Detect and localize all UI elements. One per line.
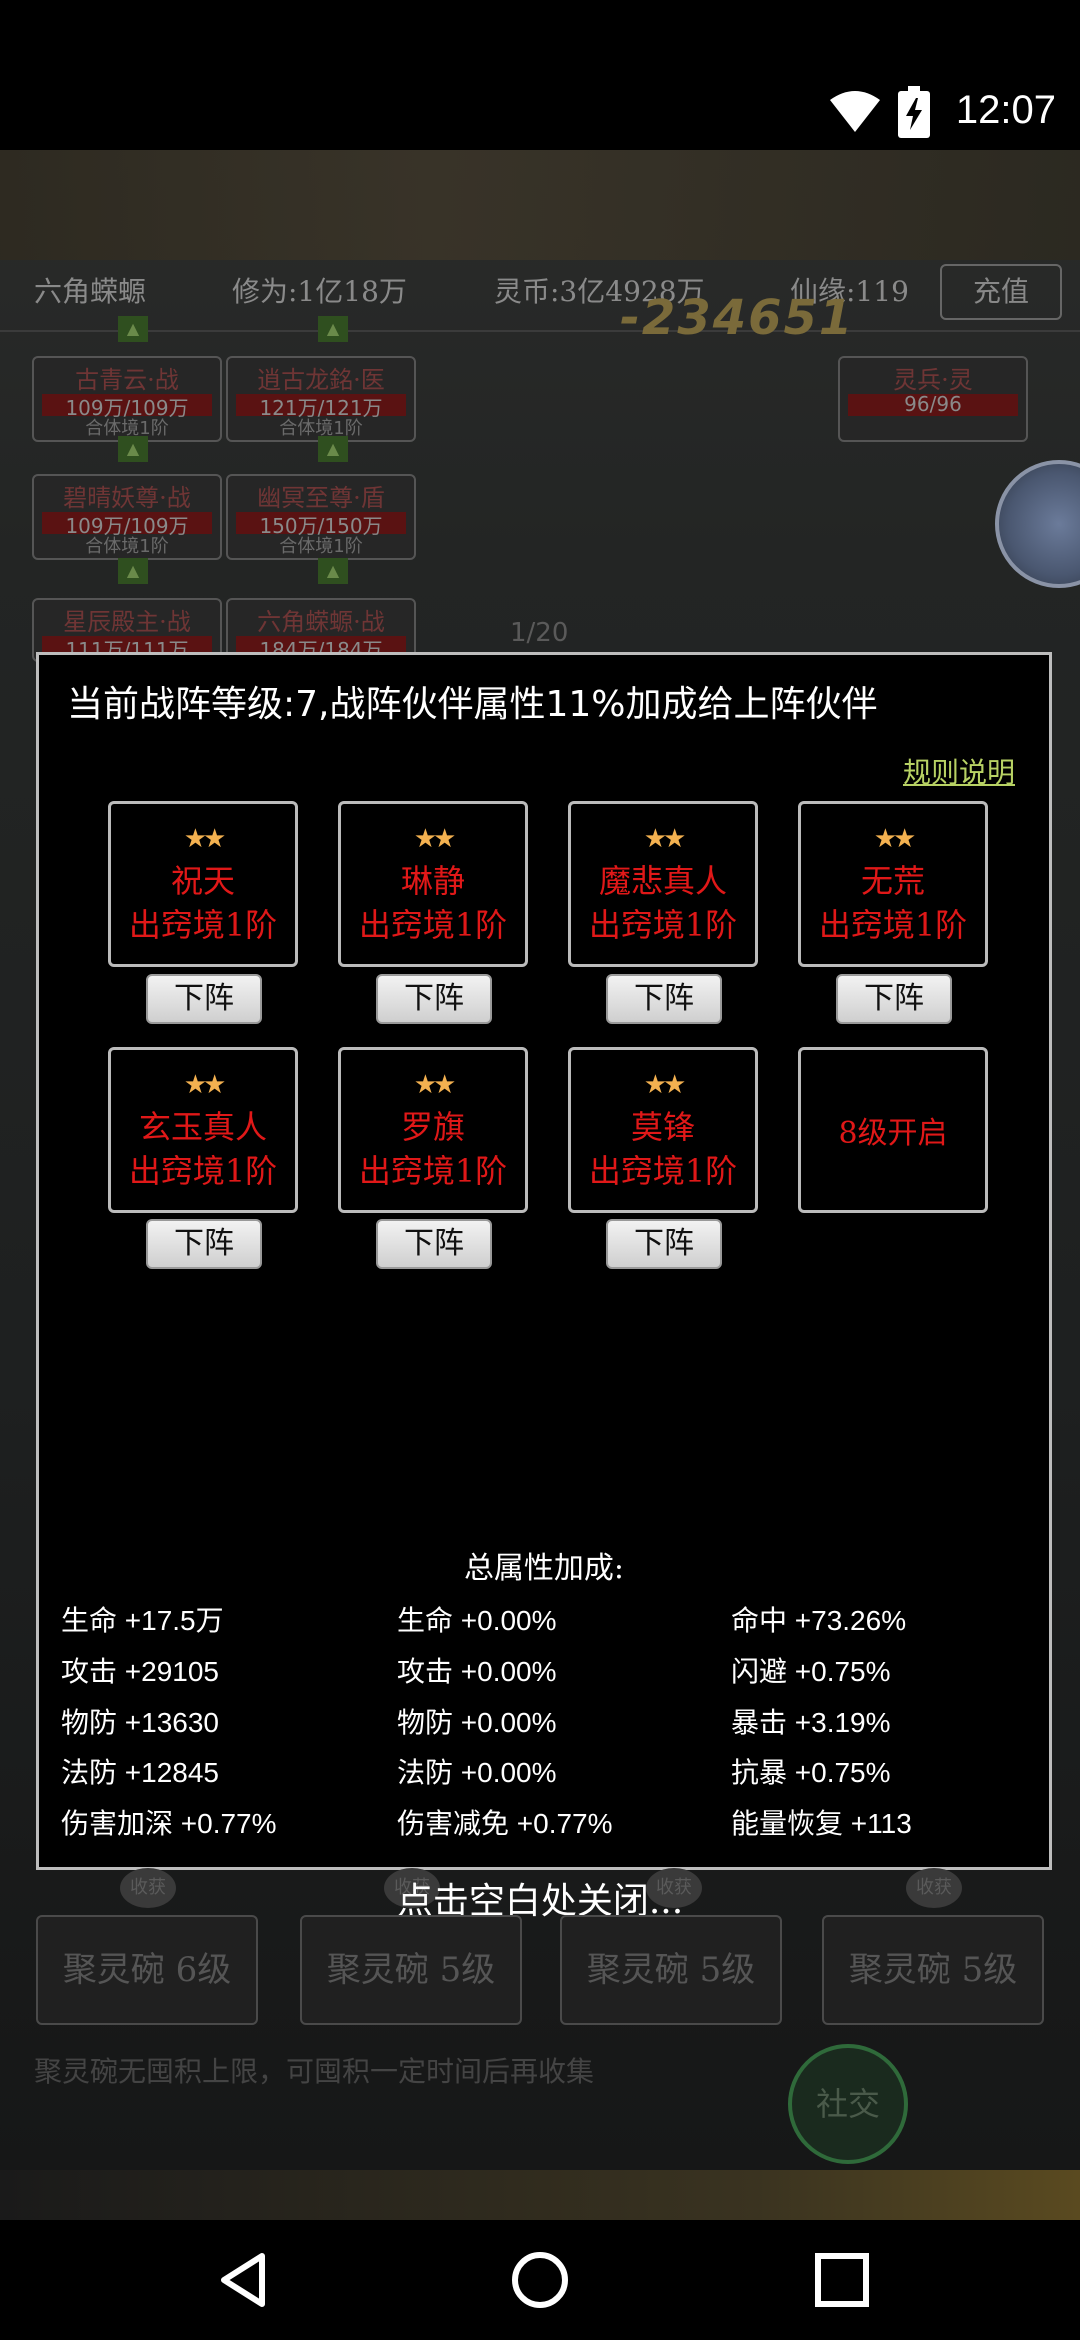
stat-value: 生命 +17.5万 (61, 1605, 224, 1636)
buff-arrow-icon: ▲ (318, 316, 348, 342)
battle-formation-dialog: 当前战阵等级:7,战阵伙伴属性11%加成给上阵伙伴 规则说明 ★★ 祝天 出窍境… (36, 652, 1052, 1870)
partner-name: 玄玉真人 (138, 1108, 267, 1146)
cultivation-value: 修为:1亿18万 (232, 275, 407, 308)
stat-value: 命中 +73.26% (731, 1605, 907, 1636)
unit-name: 逍古龙銘·医 (257, 366, 385, 394)
battle-unit-card[interactable]: 逍古龙銘·医 121万/121万 合体境1阶 (226, 356, 416, 442)
partner-name: 罗旗 (400, 1108, 465, 1146)
battle-unit-card[interactable]: 碧晴妖尊·战 109万/109万 合体境1阶 (32, 474, 222, 560)
stat-value: 物防 +0.00% (397, 1707, 557, 1738)
star-rating-icon: ★★ (413, 824, 457, 854)
star-rating-icon: ★★ (413, 1070, 457, 1100)
remove-partner-button[interactable]: 下阵 (606, 974, 722, 1024)
stat-value: 法防 +0.00% (397, 1757, 557, 1788)
stat-value: 物防 +13630 (61, 1707, 219, 1738)
rules-link[interactable]: 规则说明 (903, 751, 1015, 791)
status-bar: 12:07 (0, 0, 1080, 150)
buff-arrow-icon: ▲ (318, 436, 348, 462)
page-indicator: 1/20 (510, 618, 569, 648)
battle-unit-card[interactable]: 幽冥至尊·盾 150万/150万 合体境1阶 (226, 474, 416, 560)
partner-realm: 出窍境1阶 (358, 1152, 508, 1190)
partner-name: 无荒 (860, 862, 925, 900)
spirit-bowl-button[interactable]: 聚灵碗 6级 (36, 1915, 258, 2025)
remove-partner-button[interactable]: 下阵 (836, 974, 952, 1024)
wifi-icon (830, 91, 880, 132)
battery-icon (898, 86, 930, 138)
status-time: 12:07 (955, 88, 1056, 132)
unit-realm: 合体境1阶 (85, 536, 169, 557)
unit-hp: 96/96 (904, 392, 962, 416)
star-rating-icon: ★★ (643, 1070, 687, 1100)
damage-number: -234651 (620, 290, 855, 346)
unit-realm: 合体境1阶 (279, 536, 363, 557)
partner-realm: 出窍境1阶 (588, 906, 738, 944)
recents-icon[interactable] (812, 2250, 872, 2310)
partner-realm: 出窍境1阶 (818, 906, 968, 944)
locked-formation-slot: 8级开启 (798, 1047, 988, 1213)
partner-name: 琳静 (400, 862, 465, 900)
star-rating-icon: ★★ (873, 824, 917, 854)
stat-value: 生命 +0.00% (397, 1605, 557, 1636)
spirit-bowl-button[interactable]: 聚灵碗 5级 (822, 1915, 1044, 2025)
unit-name: 灵兵·灵 (893, 366, 973, 394)
bowl-hint: 聚灵碗无囤积上限，可囤积一定时间后再收集 (34, 2055, 595, 2088)
partner-name: 魔悲真人 (598, 862, 727, 900)
buff-arrow-icon: ▲ (118, 436, 148, 462)
remove-partner-button[interactable]: 下阵 (146, 974, 262, 1024)
unit-name: 古青云·战 (75, 366, 179, 394)
partner-realm: 出窍境1阶 (128, 1152, 278, 1190)
partner-name: 莫锋 (630, 1108, 695, 1146)
buff-arrow-icon: ▲ (118, 558, 148, 584)
partner-realm: 出窍境1阶 (128, 906, 278, 944)
remove-partner-button[interactable]: 下阵 (146, 1219, 262, 1269)
unit-name: 幽冥至尊·盾 (257, 484, 385, 512)
stat-value: 攻击 +0.00% (397, 1656, 557, 1687)
stat-value: 法防 +12845 (61, 1757, 219, 1788)
unit-name: 六角蝾螈·战 (257, 608, 385, 636)
formation-slot[interactable]: ★★ 魔悲真人 出窍境1阶 (568, 801, 758, 967)
stat-value: 暴击 +3.19% (731, 1707, 891, 1738)
formation-slot[interactable]: ★★ 无荒 出窍境1阶 (798, 801, 988, 967)
unit-name: 星辰殿主·战 (63, 608, 191, 636)
recharge-button[interactable]: 充值 (940, 264, 1062, 320)
dialog-title: 当前战阵等级:7,战阵伙伴属性11%加成给上阵伙伴 (67, 684, 878, 725)
star-rating-icon: ★★ (643, 824, 687, 854)
stat-value: 伤害加深 +0.77% (61, 1808, 277, 1839)
home-icon[interactable] (510, 2250, 570, 2310)
unit-name: 碧晴妖尊·战 (63, 484, 191, 512)
formation-slot[interactable]: ★★ 玄玉真人 出窍境1阶 (108, 1047, 298, 1213)
buff-arrow-icon: ▲ (118, 316, 148, 342)
stat-value: 伤害减免 +0.77% (397, 1808, 613, 1839)
partner-realm: 出窍境1阶 (588, 1152, 738, 1190)
navigation-bar (0, 2220, 1080, 2340)
remove-partner-button[interactable]: 下阵 (606, 1219, 722, 1269)
player-name: 六角蝾螈 (34, 275, 147, 308)
remove-partner-button[interactable]: 下阵 (376, 974, 492, 1024)
stat-value: 抗暴 +0.75% (731, 1757, 891, 1788)
star-rating-icon: ★★ (183, 824, 227, 854)
spirit-bowl-button[interactable]: 聚灵碗 5级 (300, 1915, 522, 2025)
stat-value: 闪避 +0.75% (731, 1656, 891, 1687)
unlock-requirement: 8级开启 (838, 1116, 948, 1151)
battle-unit-card[interactable]: 古青云·战 109万/109万 合体境1阶 (32, 356, 222, 442)
formation-slot[interactable]: ★★ 罗旗 出窍境1阶 (338, 1047, 528, 1213)
social-button[interactable]: 社交 (788, 2044, 908, 2164)
stat-value: 攻击 +29105 (61, 1656, 219, 1687)
partner-realm: 出窍境1阶 (358, 906, 508, 944)
spirit-soldier-card[interactable]: 灵兵·灵 96/96 (838, 356, 1028, 442)
star-rating-icon: ★★ (183, 1070, 227, 1100)
stat-value: 能量恢复 +113 (731, 1808, 912, 1839)
partner-name: 祝天 (170, 862, 235, 900)
formation-slot[interactable]: ★★ 祝天 出窍境1阶 (108, 801, 298, 967)
spirit-bowl-button[interactable]: 聚灵碗 5级 (560, 1915, 782, 2025)
formation-slot[interactable]: ★★ 莫锋 出窍境1阶 (568, 1047, 758, 1213)
buff-arrow-icon: ▲ (318, 558, 348, 584)
remove-partner-button[interactable]: 下阵 (376, 1219, 492, 1269)
back-icon[interactable] (214, 2250, 274, 2310)
scene-banner (0, 150, 1080, 260)
formation-slot[interactable]: ★★ 琳静 出窍境1阶 (338, 801, 528, 967)
total-bonus-label: 总属性加成: (463, 1551, 625, 1586)
